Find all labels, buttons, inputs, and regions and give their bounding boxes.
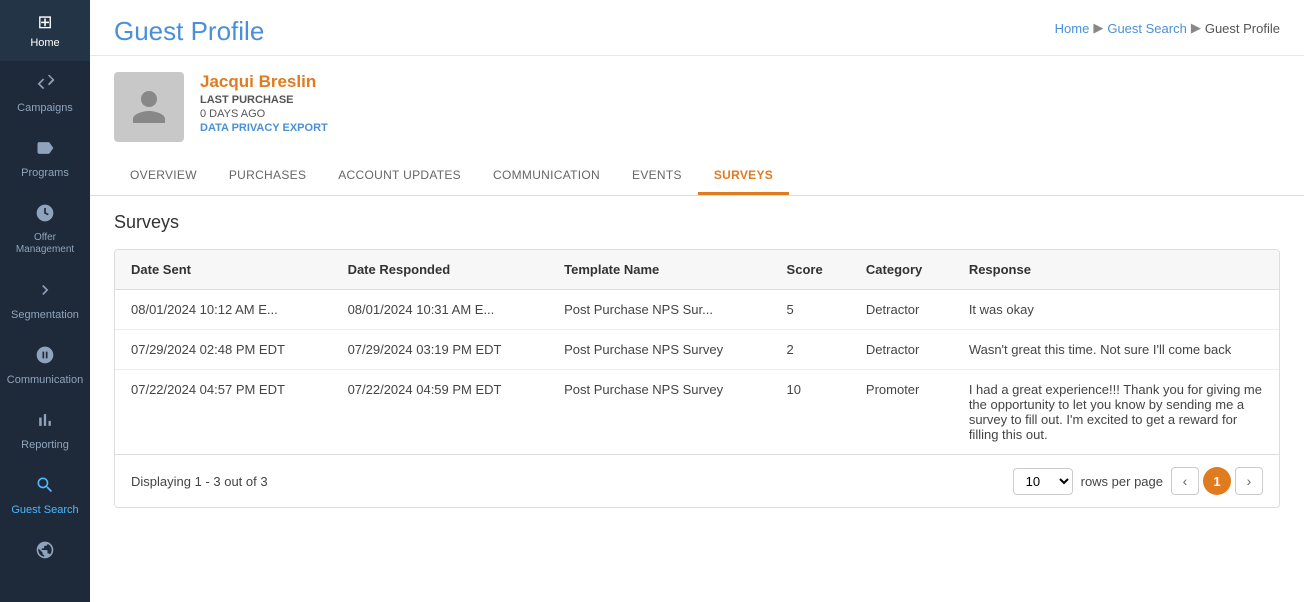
tab-communication[interactable]: COMMUNICATION: [477, 158, 616, 195]
offer-management-icon: [35, 203, 55, 228]
tab-overview[interactable]: OVERVIEW: [114, 158, 213, 195]
table-header-row: Date Sent Date Responded Template Name S…: [115, 250, 1279, 290]
tab-surveys[interactable]: SURVEYS: [698, 158, 789, 195]
rows-per-page-label: rows per page: [1081, 474, 1163, 489]
breadcrumb: Home ▶ Guest Search ▶ Guest Profile: [1055, 20, 1280, 36]
sidebar: ⊞ Home Campaigns Programs Offer Manageme…: [0, 0, 90, 602]
rows-per-page-select[interactable]: 10 25 50 100: [1013, 468, 1073, 495]
cell-date_responded: 07/29/2024 03:19 PM EDT: [332, 330, 549, 370]
main-content: Guest Profile Home ▶ Guest Search ▶ Gues…: [90, 0, 1304, 602]
tab-events[interactable]: EVENTS: [616, 158, 698, 195]
sidebar-item-offer-management[interactable]: Offer Management: [0, 191, 90, 268]
last-purchase-label: LAST PURCHASE: [200, 94, 328, 106]
cell-date_responded: 07/22/2024 04:59 PM EDT: [332, 370, 549, 455]
surveys-content: Surveys Date Sent Date Responded Templat…: [90, 196, 1304, 602]
tab-account-updates[interactable]: ACCOUNT UPDATES: [322, 158, 477, 195]
breadcrumb-home[interactable]: Home: [1055, 21, 1090, 36]
breadcrumb-sep-2: ▶: [1191, 20, 1201, 36]
page-header: Guest Profile Home ▶ Guest Search ▶ Gues…: [90, 0, 1304, 56]
data-privacy-link[interactable]: DATA PRIVACY EXPORT: [200, 122, 328, 134]
cell-template_name: Post Purchase NPS Survey: [548, 370, 770, 455]
col-response: Response: [953, 250, 1279, 290]
cell-response: It was okay: [953, 290, 1279, 330]
reporting-icon: [35, 410, 55, 435]
pagination-controls: 10 25 50 100 rows per page: [1013, 468, 1163, 495]
sidebar-item-campaigns[interactable]: Campaigns: [0, 61, 90, 126]
sidebar-item-reporting[interactable]: Reporting: [0, 398, 90, 463]
col-score: Score: [771, 250, 850, 290]
breadcrumb-sep-1: ▶: [1093, 20, 1103, 36]
communication-icon: [35, 345, 55, 370]
surveys-table: Date Sent Date Responded Template Name S…: [115, 250, 1279, 454]
table-row: 08/01/2024 10:12 AM E...08/01/2024 10:31…: [115, 290, 1279, 330]
sidebar-item-programs-label: Programs: [21, 167, 69, 179]
table-row: 07/22/2024 04:57 PM EDT07/22/2024 04:59 …: [115, 370, 1279, 455]
sidebar-item-campaigns-label: Campaigns: [17, 102, 73, 114]
col-date-responded: Date Responded: [332, 250, 549, 290]
cell-category: Promoter: [850, 370, 953, 455]
sidebar-item-home-label: Home: [30, 37, 59, 49]
tab-purchases[interactable]: PURCHASES: [213, 158, 322, 195]
profile-section: Jacqui Breslin LAST PURCHASE 0 DAYS AGO …: [90, 56, 1304, 158]
surveys-table-container: Date Sent Date Responded Template Name S…: [114, 249, 1280, 508]
extra-icon: [35, 540, 55, 565]
programs-icon: [35, 138, 55, 163]
sidebar-item-reporting-label: Reporting: [21, 439, 69, 451]
cell-response: Wasn't great this time. Not sure I'll co…: [953, 330, 1279, 370]
sidebar-item-segmentation-label: Segmentation: [11, 309, 79, 321]
guest-name: Jacqui Breslin: [200, 72, 328, 92]
sidebar-item-extra[interactable]: [0, 528, 90, 577]
sidebar-item-segmentation[interactable]: Segmentation: [0, 268, 90, 333]
page-title: Guest Profile: [114, 16, 264, 47]
col-category: Category: [850, 250, 953, 290]
next-page-button[interactable]: ›: [1235, 467, 1263, 495]
cell-score: 2: [771, 330, 850, 370]
campaigns-icon: [35, 73, 55, 98]
avatar: [114, 72, 184, 142]
cell-date_sent: 08/01/2024 10:12 AM E...: [115, 290, 332, 330]
surveys-title: Surveys: [114, 212, 1280, 233]
tabs: OVERVIEW PURCHASES ACCOUNT UPDATES COMMU…: [90, 158, 1304, 196]
days-ago: 0 DAYS AGO: [200, 108, 328, 120]
cell-score: 5: [771, 290, 850, 330]
breadcrumb-parent[interactable]: Guest Search: [1107, 21, 1187, 36]
sidebar-item-communication-label: Communication: [7, 374, 83, 386]
avatar-icon: [129, 87, 169, 127]
sidebar-item-offer-management-label: Offer Management: [4, 232, 86, 256]
cell-response: I had a great experience!!! Thank you fo…: [953, 370, 1279, 455]
segmentation-icon: [35, 280, 55, 305]
cell-date_sent: 07/22/2024 04:57 PM EDT: [115, 370, 332, 455]
sidebar-item-guest-search[interactable]: Guest Search: [0, 463, 90, 528]
current-page[interactable]: 1: [1203, 467, 1231, 495]
col-date-sent: Date Sent: [115, 250, 332, 290]
cell-category: Detractor: [850, 290, 953, 330]
table-row: 07/29/2024 02:48 PM EDT07/29/2024 03:19 …: [115, 330, 1279, 370]
sidebar-item-guest-search-label: Guest Search: [11, 504, 78, 516]
cell-category: Detractor: [850, 330, 953, 370]
sidebar-item-home[interactable]: ⊞ Home: [0, 0, 90, 61]
guest-search-icon: [35, 475, 55, 500]
breadcrumb-current: Guest Profile: [1205, 21, 1280, 36]
pagination: Displaying 1 - 3 out of 3 10 25 50 100 r…: [115, 454, 1279, 507]
profile-info: Jacqui Breslin LAST PURCHASE 0 DAYS AGO …: [200, 72, 328, 134]
cell-score: 10: [771, 370, 850, 455]
sidebar-item-communication[interactable]: Communication: [0, 333, 90, 398]
home-icon: ⊞: [37, 12, 52, 33]
cell-date_responded: 08/01/2024 10:31 AM E...: [332, 290, 549, 330]
cell-date_sent: 07/29/2024 02:48 PM EDT: [115, 330, 332, 370]
cell-template_name: Post Purchase NPS Sur...: [548, 290, 770, 330]
cell-template_name: Post Purchase NPS Survey: [548, 330, 770, 370]
sidebar-item-programs[interactable]: Programs: [0, 126, 90, 191]
prev-page-button[interactable]: ‹: [1171, 467, 1199, 495]
page-navigation: ‹ 1 ›: [1171, 467, 1263, 495]
displaying-text: Displaying 1 - 3 out of 3: [131, 474, 268, 489]
col-template-name: Template Name: [548, 250, 770, 290]
